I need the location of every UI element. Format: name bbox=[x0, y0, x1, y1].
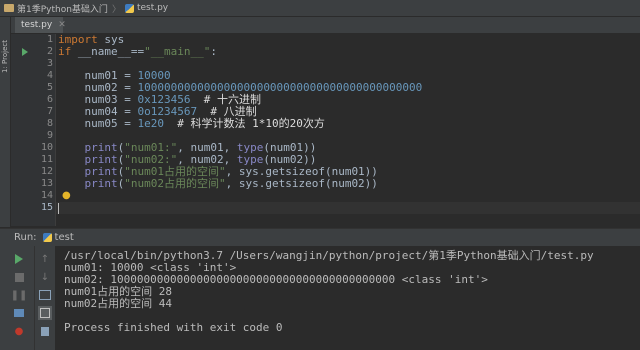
pause-icon[interactable]: ❚❚ bbox=[11, 288, 28, 302]
line-number: 12 bbox=[40, 166, 53, 177]
line-number: 4 bbox=[46, 70, 53, 81]
line-number: 1 bbox=[46, 34, 53, 45]
line-number: 9 bbox=[46, 130, 53, 141]
code-editor[interactable]: import sys if __name__=="__main__": num0… bbox=[56, 34, 640, 226]
breadcrumb-folder[interactable]: 第1季Python基础入门 bbox=[0, 2, 112, 15]
code-line-8: num05 = 1e20 # 科学计数法 1*10的20次方 bbox=[58, 117, 325, 130]
run-console-output[interactable]: /usr/local/bin/python3.7 /Users/wangjin/… bbox=[39, 246, 640, 350]
breadcrumb-folder-label: 第1季Python基础入门 bbox=[17, 4, 108, 15]
python-file-icon bbox=[42, 233, 52, 242]
run-icon[interactable] bbox=[22, 48, 28, 56]
project-tool-label: 1: Project bbox=[1, 40, 9, 73]
breadcrumb-file[interactable]: test.py bbox=[121, 3, 172, 13]
breadcrumb: 第1季Python基础入门 〉 test.py bbox=[0, 0, 640, 17]
settings-icon[interactable] bbox=[12, 306, 26, 320]
stop-icon bbox=[14, 272, 24, 282]
stop-button[interactable] bbox=[12, 270, 26, 284]
tab-label: test.py bbox=[21, 20, 53, 30]
line-number-gutter: 1 2 3 4 5 6 7 8 9 10 11 12 13 14 15 bbox=[11, 34, 56, 226]
editor-tab-bar: test.py ✕ bbox=[11, 17, 640, 34]
code-token: "__main__" bbox=[144, 45, 211, 58]
run-label: Run: bbox=[14, 232, 37, 243]
project-tool-tab[interactable]: 1: Project bbox=[1, 39, 9, 79]
left-tool-strip: 1: Project bbox=[0, 17, 11, 227]
line-number: 3 bbox=[46, 58, 53, 69]
code-token: print bbox=[84, 177, 118, 190]
line-number: 2 bbox=[46, 46, 53, 57]
run-tab-label: test bbox=[54, 232, 74, 243]
text-cursor bbox=[58, 202, 59, 214]
line-number: 5 bbox=[46, 82, 53, 93]
console-line: num02占用的空间 44 bbox=[64, 297, 172, 310]
line-number: 15 bbox=[40, 202, 53, 213]
tab-test-py[interactable]: test.py ✕ bbox=[15, 17, 66, 33]
pin-icon[interactable]: ● bbox=[12, 324, 26, 338]
code-token: if bbox=[58, 45, 72, 58]
run-panel-header: Run: test bbox=[0, 228, 640, 247]
line-number: 14 bbox=[40, 190, 53, 201]
settings-icon-shape bbox=[14, 309, 24, 317]
close-icon[interactable]: ✕ bbox=[58, 20, 66, 30]
breadcrumb-file-label: test.py bbox=[136, 3, 169, 13]
code-line-2: if __name__=="__main__": bbox=[58, 45, 217, 58]
breadcrumb-separator: 〉 bbox=[111, 4, 121, 15]
code-comment: # 科学计数法 1*10的20次方 bbox=[177, 117, 325, 130]
code-line-15 bbox=[56, 202, 640, 214]
line-number: 13 bbox=[40, 178, 53, 189]
line-number: 10 bbox=[40, 142, 53, 153]
line-number: 8 bbox=[46, 118, 53, 129]
code-token: 1e20 bbox=[137, 117, 164, 130]
folder-icon bbox=[4, 4, 14, 12]
code-token: "num02占用的空间" bbox=[124, 177, 226, 190]
code-line-13: print("num02占用的空间", sys.getsizeof(num02)… bbox=[84, 177, 378, 190]
run-icon bbox=[15, 254, 23, 264]
line-number: 11 bbox=[40, 154, 53, 165]
console-line: Process finished with exit code 0 bbox=[64, 321, 283, 334]
rerun-button[interactable] bbox=[12, 252, 26, 266]
python-file-icon bbox=[124, 3, 134, 13]
line-number: 6 bbox=[46, 94, 53, 105]
run-tab-test[interactable]: test bbox=[42, 232, 74, 243]
line-number: 7 bbox=[46, 106, 53, 117]
